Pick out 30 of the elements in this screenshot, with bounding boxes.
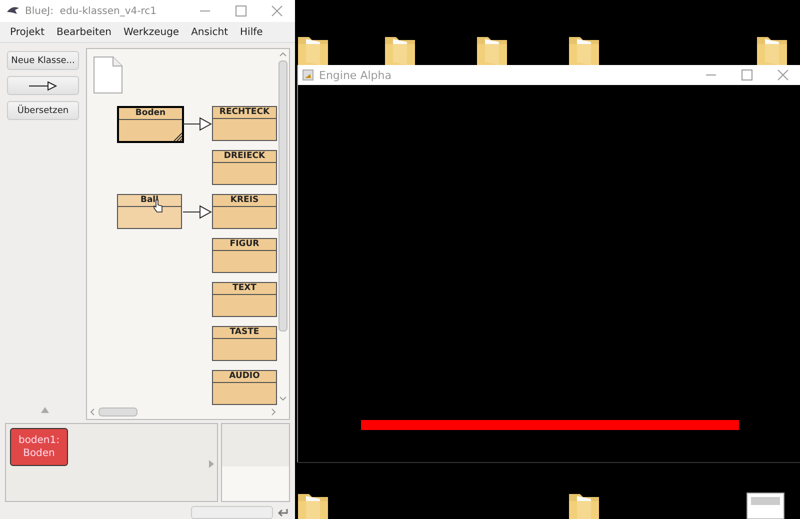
toolbar-button[interactable]: Übersetzen xyxy=(7,101,79,120)
vertical-scrollbar[interactable] xyxy=(278,51,288,403)
arrow-icon xyxy=(28,80,58,90)
class-box[interactable]: FIGUR xyxy=(212,238,277,273)
class-box[interactable]: KREIS xyxy=(212,194,277,229)
menu-item[interactable]: Projekt xyxy=(4,26,51,38)
class-box[interactable]: Boden xyxy=(117,106,184,143)
document-icon[interactable] xyxy=(746,492,786,519)
right-triangle-icon[interactable] xyxy=(209,460,214,468)
menu-item[interactable]: Hilfe xyxy=(234,26,269,38)
class-box[interactable]: TASTE xyxy=(212,326,277,361)
inheritance-arrow-button[interactable] xyxy=(7,76,79,95)
inheritance-arrow xyxy=(183,205,212,219)
class-box[interactable]: TEXT xyxy=(212,282,277,317)
class-box[interactable]: AUDIO xyxy=(212,370,277,405)
up-triangle-icon[interactable] xyxy=(41,407,49,413)
bird-icon xyxy=(6,6,20,16)
window-title: BlueJ: edu-klassen_v4-rc1 xyxy=(25,6,158,16)
window-title: Engine Alpha xyxy=(319,68,392,82)
horizontal-scrollbar[interactable] xyxy=(89,406,277,418)
menu-item[interactable]: Ansicht xyxy=(185,26,234,38)
class-box[interactable]: RECHTECK xyxy=(212,106,277,141)
class-box[interactable]: DREIECK xyxy=(212,150,277,185)
readme-icon[interactable] xyxy=(93,56,123,94)
toolbar-button[interactable]: Neue Klasse... xyxy=(7,51,79,70)
menu-item[interactable]: Bearbeiten xyxy=(50,26,118,38)
menu-item[interactable]: Werkzeuge xyxy=(117,26,186,38)
java-icon xyxy=(302,69,314,81)
inheritance-arrow xyxy=(183,117,212,131)
return-arrow-icon[interactable] xyxy=(277,508,289,518)
